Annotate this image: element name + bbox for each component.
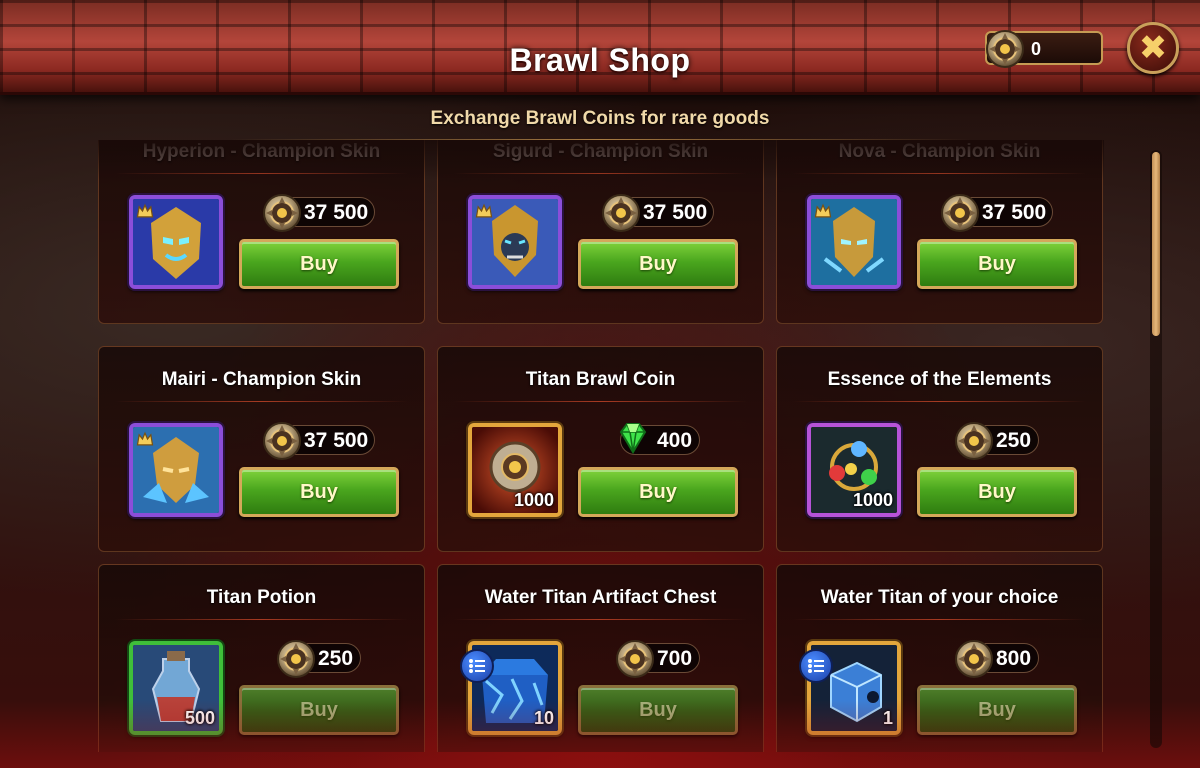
- item-name: Nova - Champion Skin: [838, 141, 1041, 162]
- card-divider: [454, 619, 747, 620]
- price-tag: 37 500: [267, 425, 375, 455]
- crown-icon: [135, 201, 155, 221]
- price-tag: 37 500: [267, 197, 375, 227]
- price-tag: 700: [620, 643, 700, 673]
- item-name: Titan Potion: [206, 587, 317, 608]
- shop-item-card: Mairi - Champion Skin 37 500 Buy: [98, 346, 425, 552]
- card-divider: [115, 619, 408, 620]
- shop-item-card: Nova - Champion Skin 37 500 Buy: [776, 140, 1103, 324]
- card-divider: [793, 401, 1086, 402]
- essence-elements-icon[interactable]: 1000: [807, 423, 901, 517]
- price-value: 400: [657, 429, 693, 452]
- price-tag: 400: [620, 425, 700, 455]
- buy-button[interactable]: Buy: [917, 467, 1077, 517]
- item-name: Essence of the Elements: [827, 369, 1052, 390]
- crown-icon: [474, 201, 494, 221]
- card-divider: [793, 619, 1086, 620]
- item-name: Hyperion - Champion Skin: [142, 141, 381, 162]
- item-quantity: 1: [882, 708, 893, 728]
- card-divider: [454, 173, 747, 174]
- price-tag: 37 500: [945, 197, 1053, 227]
- item-quantity: 1000: [513, 490, 554, 510]
- buy-button[interactable]: Buy: [917, 239, 1077, 289]
- card-divider: [115, 173, 408, 174]
- shop-item-card: Sigurd - Champion Skin 37 500 Buy: [437, 140, 764, 324]
- brawl-coin-icon: [262, 421, 302, 461]
- buy-button[interactable]: Buy: [239, 239, 399, 289]
- card-divider: [454, 401, 747, 402]
- buy-button[interactable]: Buy: [239, 467, 399, 517]
- price-value: 700: [657, 647, 693, 670]
- brawl-coin-icon: [601, 193, 641, 233]
- brawl-coin-icon: [262, 193, 302, 233]
- crown-icon: [135, 429, 155, 449]
- shop-item-card: Titan Potion 500 250 Buy: [98, 564, 425, 752]
- price-tag: 800: [959, 643, 1039, 673]
- card-divider: [793, 173, 1086, 174]
- shop-item-card: Water Titan Artifact Chest 10 700 Buy: [437, 564, 764, 752]
- item-quantity: 1000: [852, 490, 893, 510]
- item-name: Mairi - Champion Skin: [161, 369, 362, 390]
- price-tag: 37 500: [606, 197, 714, 227]
- item-name: Titan Brawl Coin: [525, 369, 676, 390]
- crown-icon: [813, 201, 833, 221]
- shop-item-card: Water Titan of your choice 1 800 Buy: [776, 564, 1103, 752]
- buy-button[interactable]: Buy: [578, 685, 738, 735]
- shop-item-card: Titan Brawl Coin 1000 400 Buy: [437, 346, 764, 552]
- price-value: 250: [996, 429, 1032, 452]
- header-banner: Brawl Shop 0 ✖: [0, 0, 1200, 95]
- titan-brawl-coin-icon[interactable]: 1000: [468, 423, 562, 517]
- list-info-icon[interactable]: [799, 649, 833, 683]
- price-tag: 250: [959, 425, 1039, 455]
- shop-item-card: Essence of the Elements 1000 250 Buy: [776, 346, 1103, 552]
- item-quantity: 500: [184, 708, 215, 728]
- scrollbar-thumb[interactable]: [1152, 152, 1160, 336]
- emerald-icon: [613, 418, 653, 458]
- currency-value: 0: [1031, 39, 1042, 59]
- shop-item-card: Hyperion - Champion Skin 37 500 Buy: [98, 140, 425, 324]
- price-value: 250: [318, 647, 354, 670]
- price-tag: 250: [281, 643, 361, 673]
- list-info-icon[interactable]: [460, 649, 494, 683]
- currency-display: 0: [985, 31, 1103, 65]
- brawl-coin-icon: [276, 639, 316, 679]
- price-value: 37 500: [304, 201, 369, 224]
- shop-subtitle: Exchange Brawl Coins for rare goods: [430, 108, 770, 129]
- shop-grid[interactable]: Hyperion - Champion Skin 37 500 Buy Sigu…: [98, 140, 1104, 752]
- close-x-icon: ✖: [1138, 29, 1168, 67]
- buy-button[interactable]: Buy: [578, 467, 738, 517]
- item-name: Sigurd - Champion Skin: [492, 141, 709, 162]
- buy-button[interactable]: Buy: [917, 685, 1077, 735]
- item-name: Water Titan of your choice: [820, 587, 1059, 608]
- item-name: Water Titan Artifact Chest: [484, 587, 717, 608]
- close-button[interactable]: ✖: [1127, 22, 1179, 74]
- brawl-coin-icon: [615, 639, 655, 679]
- buy-button[interactable]: Buy: [239, 685, 399, 735]
- buy-button[interactable]: Buy: [578, 239, 738, 289]
- price-value: 37 500: [643, 201, 708, 224]
- brawl-coin-icon: [985, 29, 1025, 69]
- brawl-coin-icon: [954, 421, 994, 461]
- titan-potion-icon[interactable]: 500: [129, 641, 223, 735]
- price-value: 37 500: [304, 429, 369, 452]
- brawl-coin-icon: [940, 193, 980, 233]
- card-divider: [115, 401, 408, 402]
- item-quantity: 10: [533, 708, 554, 728]
- brawl-coin-icon: [954, 639, 994, 679]
- price-value: 800: [996, 647, 1032, 670]
- price-value: 37 500: [982, 201, 1047, 224]
